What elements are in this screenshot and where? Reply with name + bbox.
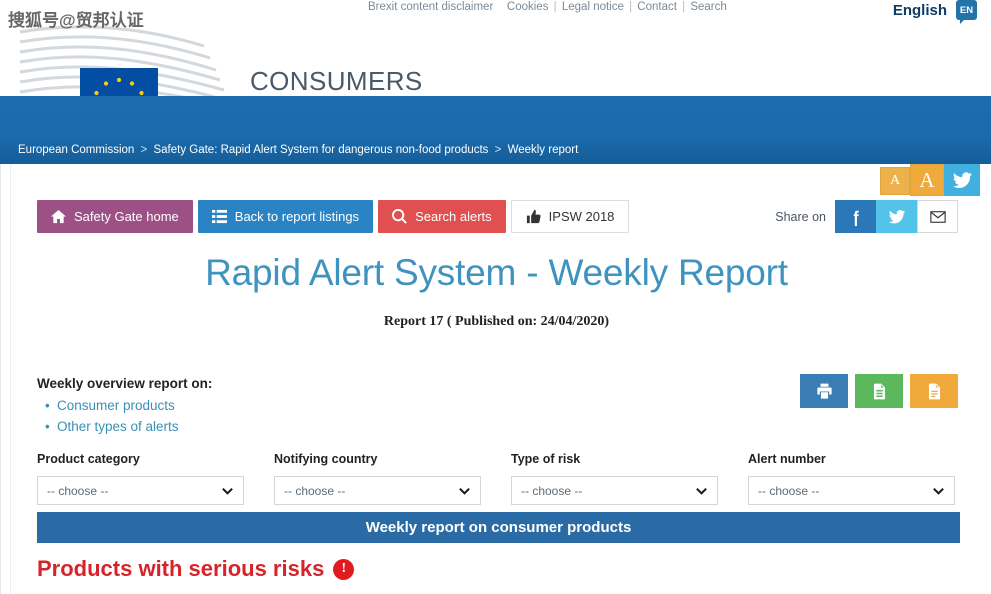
- breadcrumb-item-safety-gate[interactable]: Safety Gate: Rapid Alert System for dang…: [153, 144, 488, 156]
- excel-export-button[interactable]: [855, 374, 903, 408]
- utility-links: Brexit content disclaimer Cookies | Lega…: [368, 1, 727, 13]
- link-search[interactable]: Search: [690, 1, 726, 13]
- filter-notifying-country-select[interactable]: -- choose --: [274, 476, 481, 505]
- ipsw-2018-button[interactable]: IPSW 2018: [510, 200, 630, 233]
- weekly-overview-title: Weekly overview report on:: [37, 376, 213, 391]
- pdf-export-button[interactable]: [910, 374, 958, 408]
- link-legal-notice[interactable]: Legal notice: [562, 1, 624, 13]
- export-buttons: [800, 374, 958, 408]
- filter-type-of-risk-value: -- choose --: [521, 483, 583, 498]
- action-toolbar: Safety Gate home Back to report listings…: [37, 200, 630, 233]
- font-size-decrease-button[interactable]: A: [880, 167, 910, 195]
- filter-alert-number-select[interactable]: -- choose --: [748, 476, 955, 505]
- link-cookies[interactable]: Cookies: [507, 1, 549, 13]
- weekly-overview-list: Consumer products Other types of alerts: [37, 395, 212, 437]
- pdf-document-icon: [928, 383, 940, 399]
- filter-type-of-risk-label: Type of risk: [511, 452, 581, 466]
- breadcrumb-item-european-commission[interactable]: European Commission: [18, 144, 134, 156]
- utility-separator-1: |: [553, 1, 557, 13]
- filter-alert-number-label: Alert number: [748, 452, 826, 466]
- filter-product-category-value: -- choose --: [47, 483, 109, 498]
- filter-notifying-country-label: Notifying country: [274, 452, 378, 466]
- safety-gate-home-button[interactable]: Safety Gate home: [37, 200, 193, 233]
- language-label: English: [892, 1, 947, 19]
- twitter-follow-button[interactable]: [944, 164, 980, 196]
- chevron-down-icon: [458, 484, 471, 497]
- utility-separator-2: |: [629, 1, 633, 13]
- breadcrumb-separator-1: >: [140, 144, 148, 156]
- serious-risks-label: Products with serious risks: [37, 556, 325, 581]
- magnifier-icon: [392, 209, 407, 224]
- accessibility-strip: A A: [880, 164, 980, 196]
- language-selector[interactable]: English EN: [892, 0, 977, 24]
- breadcrumb-item-weekly-report[interactable]: Weekly report: [508, 144, 579, 156]
- warning-exclamation-icon: !: [333, 558, 355, 580]
- excel-document-icon: [873, 383, 885, 399]
- page-content: A A Safety Gate home Back to report list…: [0, 164, 991, 594]
- link-brexit-disclaimer[interactable]: Brexit content disclaimer: [368, 1, 493, 13]
- filter-notifying-country: Notifying country -- choose --: [274, 452, 481, 505]
- left-gutter: [1, 164, 11, 594]
- filter-alert-number-value: -- choose --: [758, 483, 820, 498]
- print-button[interactable]: [800, 374, 848, 408]
- eu-flag-logo[interactable]: [80, 68, 158, 96]
- language-badge-icon[interactable]: EN: [956, 0, 977, 24]
- filter-product-category: Product category -- choose --: [37, 452, 244, 505]
- filter-type-of-risk: Type of risk -- choose --: [511, 452, 718, 505]
- utility-spacer-1: [498, 1, 501, 13]
- filter-row: Product category -- choose -- Notifying …: [37, 452, 960, 505]
- section-banner: Weekly report on consumer products: [37, 512, 960, 543]
- font-size-increase-button[interactable]: A: [910, 164, 944, 196]
- filter-product-category-label: Product category: [37, 452, 140, 466]
- overview-link-consumer-products[interactable]: Consumer products: [45, 395, 212, 416]
- list-icon: [211, 209, 227, 224]
- filter-type-of-risk-select[interactable]: -- choose --: [511, 476, 718, 505]
- share-label: Share on: [775, 209, 826, 224]
- safety-gate-home-label: Safety Gate home: [74, 209, 179, 224]
- link-contact[interactable]: Contact: [637, 1, 677, 13]
- home-icon: [51, 209, 66, 224]
- page-root: 搜狐号@贸邦认证 Brexit content disclaimer Cooki…: [0, 0, 991, 594]
- back-to-report-listings-label: Back to report listings: [234, 209, 360, 224]
- breadcrumb-separator-2: >: [494, 144, 502, 156]
- share-facebook-button[interactable]: [835, 200, 876, 233]
- overview-link-other-alerts[interactable]: Other types of alerts: [45, 416, 212, 437]
- search-alerts-label: Search alerts: [415, 209, 492, 224]
- ipsw-2018-label: IPSW 2018: [548, 209, 615, 224]
- ec-header: European Commission CONSUMERS: [0, 22, 991, 96]
- chevron-down-icon: [695, 484, 708, 497]
- filter-notifying-country-value: -- choose --: [284, 483, 346, 498]
- watermark-text: 搜狐号@贸邦认证: [8, 11, 144, 30]
- facebook-icon: [853, 210, 859, 226]
- twitter-icon: [888, 209, 905, 223]
- twitter-icon: [952, 171, 972, 188]
- back-to-report-listings-button[interactable]: Back to report listings: [197, 200, 374, 233]
- envelope-icon: [929, 210, 946, 223]
- printer-icon: [816, 383, 832, 399]
- chevron-down-icon: [932, 484, 945, 497]
- utility-separator-3: |: [682, 1, 686, 13]
- site-title: CONSUMERS: [250, 66, 423, 96]
- search-alerts-button[interactable]: Search alerts: [378, 200, 506, 233]
- serious-risks-heading: Products with serious risks !: [37, 556, 355, 582]
- share-twitter-button[interactable]: [876, 200, 917, 233]
- page-title: Rapid Alert System - Weekly Report: [205, 252, 788, 293]
- weekly-overview-block: Weekly overview report on: Consumer prod…: [37, 376, 212, 437]
- breadcrumb: European Commission > Safety Gate: Rapid…: [18, 144, 578, 156]
- filter-alert-number: Alert number -- choose --: [748, 452, 955, 505]
- filter-product-category-select[interactable]: -- choose --: [37, 476, 244, 505]
- share-email-button[interactable]: [917, 200, 958, 233]
- utility-bar: Brexit content disclaimer Cookies | Lega…: [0, 0, 991, 24]
- report-publication-line: Report 17 ( Published on: 24/04/2020): [383, 314, 610, 329]
- thumbs-up-icon: [526, 209, 541, 224]
- share-block: Share on: [775, 200, 958, 233]
- chevron-down-icon: [221, 484, 234, 497]
